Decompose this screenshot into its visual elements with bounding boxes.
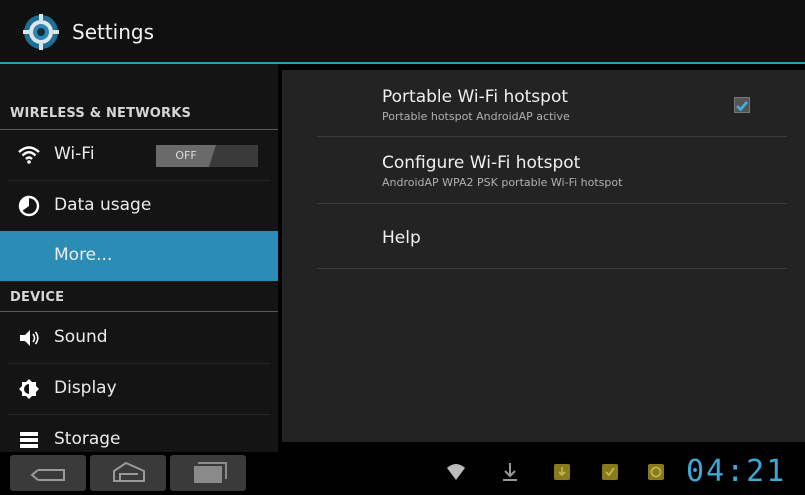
item-title: Help	[382, 228, 421, 248]
sidebar-item-display[interactable]: Display	[0, 364, 278, 414]
item-summary: AndroidAP WPA2 PSK portable Wi-Fi hotspo…	[382, 176, 623, 189]
help-item[interactable]: Help	[382, 228, 421, 248]
system-nav-bar: 04:21	[0, 452, 805, 494]
sidebar-item-sound[interactable]: Sound	[0, 313, 278, 363]
home-icon	[113, 461, 145, 482]
section-header-device: DEVICE	[10, 290, 65, 305]
settings-sidebar: WIRELESS & NETWORKS Wi-Fi OFF Data usage…	[0, 64, 278, 452]
download-icon	[503, 463, 517, 481]
wifi-icon	[18, 146, 40, 164]
sidebar-item-label: Data usage	[54, 195, 152, 215]
wifi-toggle[interactable]: OFF	[156, 145, 258, 167]
speaker-icon	[20, 330, 39, 346]
notification-icon	[554, 464, 570, 480]
section-header-wireless: WIRELESS & NETWORKS	[10, 106, 192, 121]
sidebar-item-label: Display	[54, 378, 117, 398]
sidebar-item-label: More...	[54, 245, 113, 265]
home-button[interactable]	[90, 455, 166, 491]
sidebar-item-storage[interactable]: Storage	[0, 415, 278, 452]
page-title: Settings	[72, 20, 155, 44]
sidebar-item-label: Sound	[54, 327, 108, 347]
status-clock: 04:21	[686, 454, 787, 489]
portable-hotspot-item[interactable]: Portable Wi-Fi hotspot Portable hotspot …	[382, 87, 570, 123]
sync-icon	[648, 464, 664, 480]
item-title: Configure Wi-Fi hotspot	[382, 153, 581, 173]
back-icon	[30, 469, 65, 481]
settings-gear-icon[interactable]	[22, 13, 60, 51]
brightness-icon	[19, 379, 39, 399]
hotspot-checkbox[interactable]	[734, 97, 750, 113]
action-bar: Settings	[0, 0, 805, 64]
toggle-state: OFF	[156, 145, 216, 167]
sidebar-item-wifi[interactable]: Wi-Fi OFF	[0, 130, 278, 180]
checked-notification-icon	[602, 464, 618, 480]
divider	[317, 203, 787, 204]
back-button[interactable]	[10, 455, 86, 491]
storage-icon	[20, 432, 38, 448]
wifi-icon	[447, 464, 465, 480]
data-usage-icon	[18, 195, 40, 217]
recents-icon	[194, 462, 227, 483]
sidebar-item-label: Wi-Fi	[54, 144, 95, 164]
configure-hotspot-item[interactable]: Configure Wi-Fi hotspot AndroidAP WPA2 P…	[382, 153, 622, 189]
section-divider	[0, 311, 278, 312]
item-title: Portable Wi-Fi hotspot	[382, 87, 569, 107]
item-summary: Portable hotspot AndroidAP active	[382, 110, 570, 123]
recents-button[interactable]	[170, 455, 246, 491]
divider	[317, 268, 787, 269]
sidebar-item-label: Storage	[54, 429, 121, 449]
divider	[317, 136, 787, 137]
sidebar-item-data-usage[interactable]: Data usage	[0, 181, 278, 231]
checkmark-icon	[736, 101, 748, 112]
sidebar-item-more[interactable]: More...	[0, 231, 278, 281]
detail-panel: Portable Wi-Fi hotspot Portable hotspot …	[282, 70, 805, 442]
